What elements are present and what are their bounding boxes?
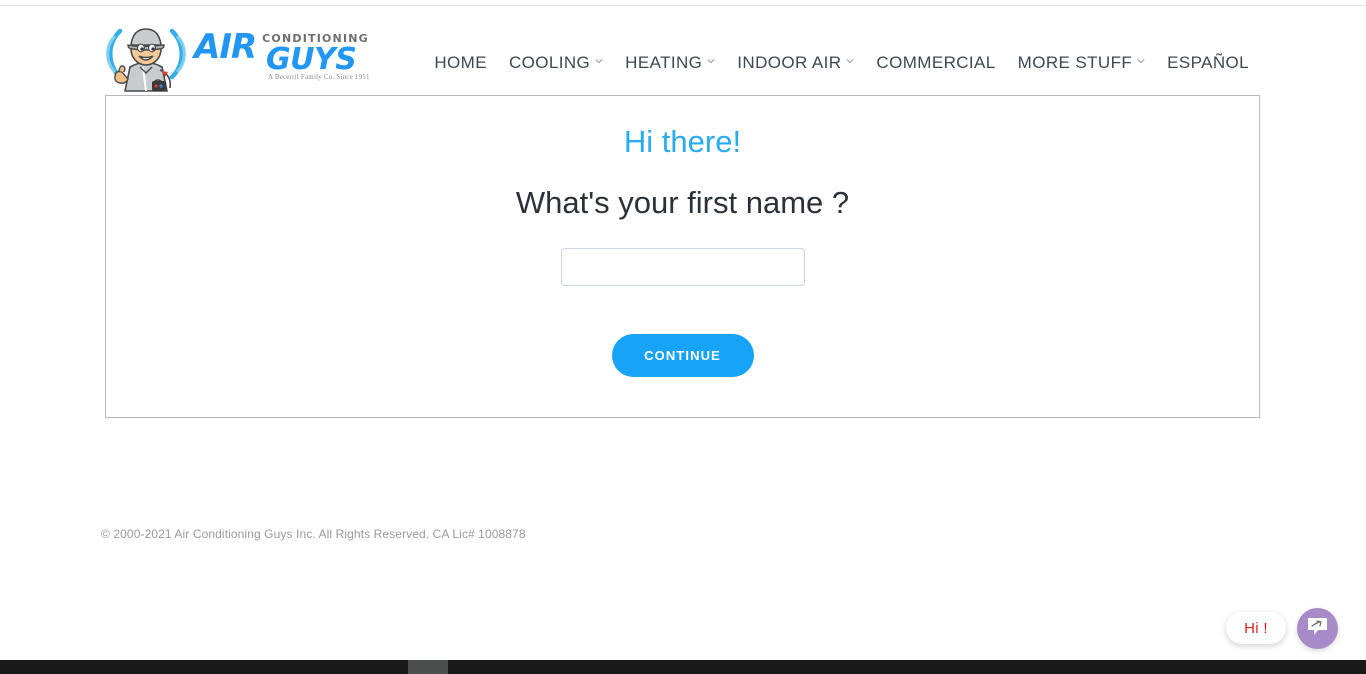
chevron-down-icon — [595, 57, 603, 65]
chat-greeting-bubble[interactable]: Hi ! — [1226, 612, 1286, 644]
chat-launcher-button[interactable] — [1297, 608, 1338, 649]
continue-button-row: CONTINUE — [106, 334, 1259, 377]
nav-label: HOME — [434, 53, 487, 72]
main-navigation: HOME COOLING HEATING INDOOR AIR COMMERCI… — [423, 50, 1260, 76]
site-header: AIR CONDITIONING GUYS A Becerril Family … — [0, 6, 1366, 93]
footer-copyright: © 2000-2021 Air Conditioning Guys Inc. A… — [101, 527, 526, 541]
lead-form-card: Hi there! What's your first name ? CONTI… — [105, 95, 1260, 418]
chat-greeting-label: Hi ! — [1244, 619, 1268, 637]
nav-item-cooling[interactable]: COOLING — [498, 50, 614, 76]
chevron-down-icon — [846, 57, 854, 65]
site-logo[interactable]: AIR CONDITIONING GUYS A Becerril Family … — [100, 15, 369, 93]
chevron-down-icon — [707, 57, 715, 65]
logo-wordmark: AIR CONDITIONING GUYS A Becerril Family … — [194, 24, 369, 84]
nav-item-commercial[interactable]: COMMERCIAL — [865, 50, 1006, 76]
continue-button[interactable]: CONTINUE — [611, 334, 754, 377]
chat-bubble-arrow-icon — [1306, 616, 1329, 642]
chevron-down-icon — [1137, 57, 1145, 65]
nav-label: HEATING — [625, 53, 703, 72]
greeting-text: Hi there! — [623, 124, 742, 159]
nav-label: COOLING — [508, 53, 591, 72]
logo-word-air: AIR — [194, 27, 257, 67]
nav-label: INDOOR AIR — [737, 53, 842, 72]
first-name-input[interactable] — [560, 248, 805, 286]
nav-label: COMMERCIAL — [876, 53, 996, 72]
technician-mascot-icon — [100, 15, 192, 93]
page-body: AIR CONDITIONING GUYS A Becerril Family … — [0, 6, 1366, 658]
logo-tagline: A Becerril Family Co. Since 1951 — [268, 73, 370, 81]
nav-item-indoor-air[interactable]: INDOOR AIR — [726, 50, 865, 76]
nav-item-espanol[interactable]: ESPAÑOL — [1156, 50, 1260, 76]
nav-item-more-stuff[interactable]: MORE STUFF — [1007, 50, 1157, 76]
name-field-row — [106, 248, 1259, 286]
nav-label: MORE STUFF — [1017, 53, 1133, 72]
nav-label: ESPAÑOL — [1167, 53, 1249, 72]
logo-word-guys: GUYS — [266, 42, 357, 77]
horizontal-scrollbar-thumb[interactable] — [408, 660, 448, 674]
horizontal-scrollbar-track[interactable] — [0, 660, 1366, 674]
nav-item-home[interactable]: HOME — [423, 50, 498, 76]
nav-item-heating[interactable]: HEATING — [614, 50, 726, 76]
question-text: What's your first name ? — [515, 185, 850, 220]
